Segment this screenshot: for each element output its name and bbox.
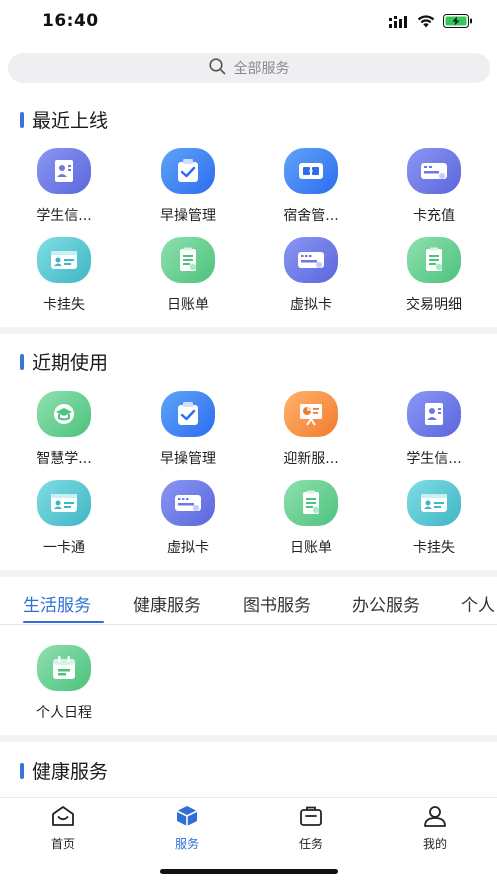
service-item-label: 早操管理 xyxy=(160,208,216,224)
tab-health-service[interactable]: 健康服务 xyxy=(133,591,201,616)
section-divider xyxy=(0,735,497,742)
service-item[interactable]: 智慧学... xyxy=(9,391,119,468)
service-item-label: 卡充值 xyxy=(413,208,455,224)
service-item[interactable]: 卡挂失 xyxy=(379,480,489,557)
service-item[interactable]: 日账单 xyxy=(256,480,366,557)
service-item[interactable]: 卡充值 xyxy=(379,148,489,225)
service-item-label: 日账单 xyxy=(290,540,332,556)
nav-label: 服务 xyxy=(174,837,199,851)
clipboard-check-icon xyxy=(161,391,215,437)
service-item-label: 宿舍管... xyxy=(283,208,339,224)
virtual-card-icon xyxy=(161,480,215,526)
id-card-icon xyxy=(37,480,91,526)
nav-profile[interactable]: 我的 xyxy=(405,804,465,852)
service-item[interactable]: 迎新服... xyxy=(256,391,366,468)
task-icon xyxy=(298,804,324,832)
service-item[interactable]: 宿舍管... xyxy=(256,148,366,225)
home-indicator xyxy=(160,869,338,874)
service-item[interactable]: 学生信... xyxy=(9,148,119,225)
service-item[interactable]: 日账单 xyxy=(133,237,243,314)
service-item-label: 日账单 xyxy=(167,297,209,313)
section-title: 最近上线 xyxy=(32,110,109,132)
id-card-icon xyxy=(407,480,461,526)
service-item-label: 早操管理 xyxy=(160,451,216,467)
service-item-label: 个人日程 xyxy=(36,705,92,721)
search-bar[interactable]: 全部服务 xyxy=(8,53,490,83)
section-title: 近期使用 xyxy=(32,352,109,374)
search-icon xyxy=(208,57,226,79)
presentation-icon xyxy=(284,391,338,437)
service-tabs: 生活服务 健康服务 图书服务 办公服务 个人 xyxy=(0,585,497,625)
section-marker xyxy=(20,111,24,128)
tab-library-service[interactable]: 图书服务 xyxy=(243,591,311,616)
service-item-label: 学生信... xyxy=(406,451,462,467)
student-id-icon xyxy=(37,148,91,194)
service-item-label: 一卡通 xyxy=(43,540,85,556)
service-item-label: 卡挂失 xyxy=(43,297,85,313)
section-header-recent-used: 近期使用 xyxy=(20,348,108,375)
service-item[interactable]: 早操管理 xyxy=(133,391,243,468)
id-card-icon xyxy=(37,237,91,283)
wifi-icon xyxy=(417,13,435,32)
home-icon xyxy=(50,804,76,832)
battery-charging-icon xyxy=(443,13,473,32)
status-bar: 16:40 xyxy=(0,0,497,44)
tab-life-service[interactable]: 生活服务 xyxy=(23,591,91,616)
student-id-icon xyxy=(407,391,461,437)
service-item-label: 虚拟卡 xyxy=(290,297,332,313)
section-marker xyxy=(20,353,24,370)
bill-icon xyxy=(284,480,338,526)
search-placeholder: 全部服务 xyxy=(233,61,290,77)
service-item-label: 虚拟卡 xyxy=(167,540,209,556)
transaction-icon xyxy=(407,237,461,283)
card-recharge-icon xyxy=(407,148,461,194)
service-item-label: 智慧学... xyxy=(36,451,92,467)
service-item[interactable]: 虚拟卡 xyxy=(256,237,366,314)
graduation-icon xyxy=(37,391,91,437)
tab-office-service[interactable]: 办公服务 xyxy=(352,591,420,616)
section-marker xyxy=(20,762,24,779)
service-item[interactable]: 一卡通 xyxy=(9,480,119,557)
status-icons xyxy=(389,13,473,32)
service-item-label: 学生信... xyxy=(36,208,92,224)
section-header-recent-online: 最近上线 xyxy=(20,106,108,133)
service-item-label: 迎新服... xyxy=(283,451,339,467)
active-tab-indicator xyxy=(23,621,104,623)
bill-icon xyxy=(161,237,215,283)
calendar-icon xyxy=(37,645,91,691)
nav-tasks[interactable]: 任务 xyxy=(281,804,341,852)
service-item-label: 交易明细 xyxy=(406,297,462,313)
section-title: 健康服务 xyxy=(32,761,109,783)
virtual-card-icon xyxy=(284,237,338,283)
service-item[interactable]: 交易明细 xyxy=(379,237,489,314)
clipboard-check-icon xyxy=(161,148,215,194)
services-cube-icon xyxy=(174,804,200,832)
status-time: 16:40 xyxy=(42,11,99,31)
nav-label: 我的 xyxy=(422,837,447,851)
service-item[interactable]: 个人日程 xyxy=(9,645,119,722)
service-item[interactable]: 学生信... xyxy=(379,391,489,468)
signal-icon xyxy=(389,13,409,32)
section-divider xyxy=(0,327,497,334)
profile-icon xyxy=(422,804,448,832)
nav-label: 首页 xyxy=(50,837,75,851)
nav-services[interactable]: 服务 xyxy=(157,804,217,852)
tab-personal[interactable]: 个人 xyxy=(461,591,495,616)
service-item[interactable]: 早操管理 xyxy=(133,148,243,225)
nav-label: 任务 xyxy=(298,837,323,851)
service-item[interactable]: 虚拟卡 xyxy=(133,480,243,557)
section-header-health: 健康服务 xyxy=(20,757,108,784)
dorm-icon xyxy=(284,148,338,194)
service-item-label: 卡挂失 xyxy=(413,540,455,556)
nav-home[interactable]: 首页 xyxy=(33,804,93,852)
section-divider xyxy=(0,570,497,577)
service-item[interactable]: 卡挂失 xyxy=(9,237,119,314)
